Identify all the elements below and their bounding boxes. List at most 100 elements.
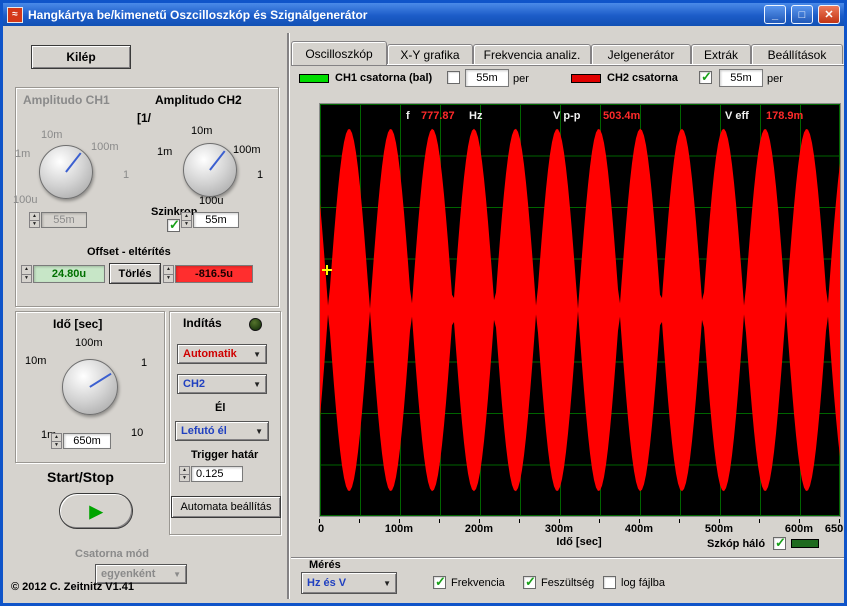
spinner-down-icon[interactable]: ▼: [30, 221, 39, 228]
spinner-down-icon[interactable]: ▼: [52, 442, 61, 449]
tab-signal-generator[interactable]: Jelgenerátor: [591, 44, 691, 65]
tab-frequency-analysis[interactable]: Frekvencia analiz.: [473, 44, 591, 65]
freq-readout-label: f: [406, 110, 410, 122]
exit-button[interactable]: Kilép: [31, 45, 131, 69]
title-bar[interactable]: ≈ Hangkártya be/kimenetű Oszcilloszkóp é…: [3, 3, 844, 26]
frequency-label: Frekvencia: [451, 577, 505, 589]
vpp-readout-label: V p-p: [553, 110, 581, 122]
ch1-scale-1m: 1m: [15, 148, 31, 160]
offset-clear-button[interactable]: Törlés: [109, 263, 161, 284]
measure-mode-value: Hz és V: [307, 577, 347, 589]
tab-extras[interactable]: Extrák: [691, 44, 751, 65]
ch1-scale-1: 1: [123, 169, 130, 181]
spinner-up-icon[interactable]: ▲: [30, 213, 39, 221]
voltage-label: Feszültség: [541, 577, 595, 589]
window-title: Hangkártya be/kimenetű Oszcilloszkóp és …: [28, 7, 368, 22]
minimize-button[interactable]: _: [764, 5, 786, 24]
x-tick-500m: 500m: [704, 523, 734, 535]
ch1-enable-checkbox[interactable]: [447, 71, 460, 84]
sync-checkbox[interactable]: ✓: [167, 217, 180, 232]
chevron-down-icon: ▼: [255, 426, 263, 436]
trigger-edge-dropdown[interactable]: Lefutó él ▼: [175, 421, 269, 441]
ch2-scale-1m: 1m: [157, 146, 173, 158]
spinner-up-icon[interactable]: ▲: [22, 266, 31, 275]
spinner-up-icon[interactable]: ▲: [164, 266, 173, 275]
ch1-amplitude-spinner[interactable]: ▲ ▼: [29, 212, 40, 228]
x-tick-0: 0: [317, 523, 325, 535]
amplitude-ch2-knob[interactable]: [183, 143, 237, 197]
log-file-checkbox[interactable]: [603, 576, 616, 589]
tab-oscilloscope[interactable]: Oscilloszkóp: [291, 41, 387, 65]
panel-divider: [287, 33, 289, 599]
x-axis-label: Idő [sec]: [556, 536, 602, 548]
ch1-offset-spinner[interactable]: ▲ ▼: [21, 265, 32, 283]
auto-setup-button[interactable]: Automata beállítás: [171, 496, 281, 518]
voltage-checkbox[interactable]: ✓: [523, 574, 536, 589]
chevron-down-icon: ▼: [253, 349, 261, 359]
scope-grid-checkbox[interactable]: ✓: [773, 535, 786, 550]
app-window: ≈ Hangkártya be/kimenetű Oszcilloszkóp é…: [0, 0, 847, 606]
time-knob[interactable]: [62, 359, 118, 415]
close-button[interactable]: ✕: [818, 5, 840, 24]
chevron-down-icon: ▼: [173, 569, 181, 579]
start-stop-label: Start/Stop: [47, 469, 114, 485]
amplitude-ch1-knob[interactable]: [39, 145, 93, 199]
ch2-scale-1: 1: [257, 169, 264, 181]
time-scale-10: 10: [131, 427, 144, 439]
x-tick-650m: 650m: [824, 523, 844, 535]
ch1-color-swatch: [299, 74, 329, 83]
check-icon: ✓: [435, 574, 446, 589]
app-icon: ≈: [7, 6, 23, 23]
tab-settings[interactable]: Beállítások: [751, 44, 843, 65]
measure-mode-dropdown[interactable]: Hz és V ▼: [301, 572, 397, 594]
ch2-amplitude-spinner[interactable]: ▲ ▼: [181, 212, 192, 228]
trigger-threshold-label: Trigger határ: [191, 449, 259, 461]
check-icon: ✓: [525, 574, 536, 589]
spinner-up-icon[interactable]: ▲: [52, 434, 61, 442]
trigger-title: Indítás: [183, 316, 222, 330]
maximize-button[interactable]: □: [791, 5, 813, 24]
trigger-mode-dropdown[interactable]: Automatik ▼: [177, 344, 267, 364]
veff-readout-value: 178.9m: [766, 110, 804, 122]
ch1-unit-label: per: [513, 73, 529, 85]
ch1-offset-value[interactable]: 24.80u: [33, 265, 105, 283]
start-stop-button[interactable]: ▶: [59, 493, 133, 529]
spinner-up-icon[interactable]: ▲: [182, 213, 191, 221]
ch2-enable-checkbox[interactable]: ✓: [699, 69, 712, 84]
trigger-source-value: CH2: [183, 378, 206, 390]
check-icon: ✓: [701, 69, 712, 84]
copyright-text: © 2012 C. Zeitnitz V1.41: [11, 581, 135, 593]
waveform-plot[interactable]: [320, 104, 840, 516]
amplitude-divider-label: [1/: [137, 111, 152, 125]
amplitude-ch1-title: Amplitudo CH1: [23, 93, 110, 107]
trigger-threshold-spinner[interactable]: ▲ ▼: [179, 466, 190, 482]
frequency-checkbox[interactable]: ✓: [433, 574, 446, 589]
freq-readout-unit: Hz: [469, 110, 483, 122]
time-value[interactable]: 650m: [63, 433, 111, 449]
spinner-up-icon[interactable]: ▲: [180, 467, 189, 475]
channel-mode-label: Csatorna mód: [75, 548, 149, 560]
spinner-down-icon[interactable]: ▼: [22, 275, 31, 283]
spinner-down-icon[interactable]: ▼: [182, 221, 191, 228]
time-scale-1: 1: [141, 357, 148, 369]
trigger-edge-label: Él: [215, 402, 226, 414]
ch1-channel-label: CH1 csatorna (bal): [335, 72, 433, 84]
oscilloscope-display[interactable]: f 777.87 Hz V p-p 503.4m V eff 178.9m: [319, 103, 841, 517]
time-spinner[interactable]: ▲ ▼: [51, 433, 62, 449]
ch2-scale-value[interactable]: 55m: [719, 69, 763, 87]
ch2-scale-10m: 10m: [191, 125, 213, 137]
time-title: Idő [sec]: [53, 317, 103, 331]
check-icon: ✓: [775, 535, 786, 550]
tab-xy-graph[interactable]: X-Y grafika: [387, 44, 473, 65]
ch2-offset-spinner[interactable]: ▲ ▼: [163, 265, 174, 283]
spinner-down-icon[interactable]: ▼: [180, 475, 189, 482]
trigger-source-dropdown[interactable]: CH2 ▼: [177, 374, 267, 394]
ch2-channel-label: CH2 csatorna: [607, 72, 678, 84]
ch2-amplitude-value[interactable]: 55m: [193, 212, 239, 228]
spinner-down-icon[interactable]: ▼: [164, 275, 173, 283]
offset-title: Offset - eltérítés: [87, 246, 171, 258]
ch1-scale-value[interactable]: 55m: [465, 69, 509, 87]
trigger-threshold-value[interactable]: 0.125: [191, 466, 243, 482]
ch2-offset-value[interactable]: -816.5u: [175, 265, 253, 283]
scope-grid-label: Szkóp háló: [707, 538, 766, 550]
